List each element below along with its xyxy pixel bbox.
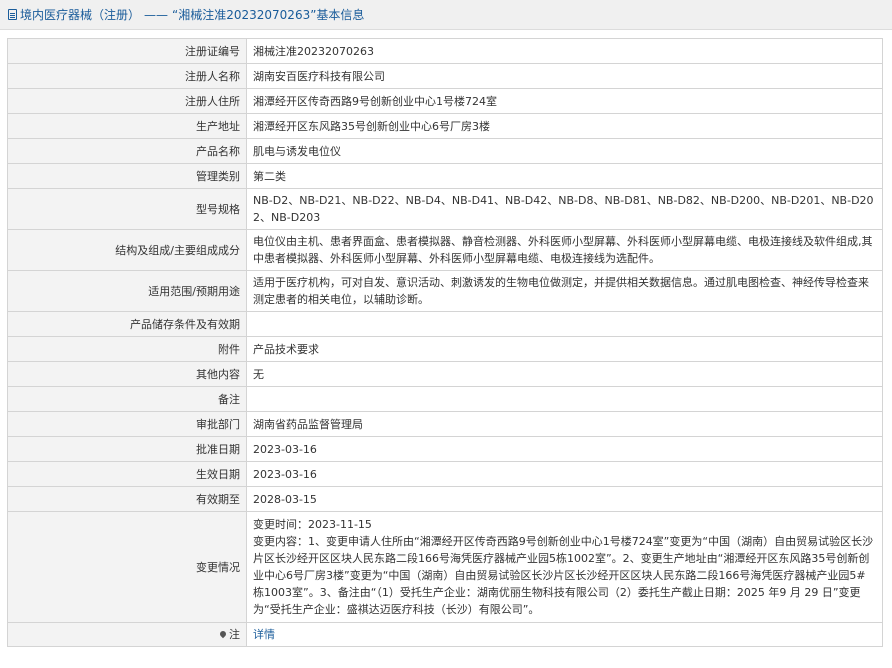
row-storage-conditions: 产品储存条件及有效期 <box>7 311 883 337</box>
row-attachment: 附件 产品技术要求 <box>7 336 883 362</box>
field-label: 结构及组成/主要组成成分 <box>7 229 247 271</box>
change-time: 变更时间：2023-11-15 <box>253 518 372 531</box>
field-label: 其他内容 <box>7 361 247 387</box>
field-value: 电位仪由主机、患者界面盒、患者模拟器、静音检测器、外科医师小型屏幕、外科医师小型… <box>246 229 883 271</box>
row-registrant-name: 注册人名称 湖南安百医疗科技有限公司 <box>7 63 883 89</box>
row-approval-department: 审批部门 湖南省药品监督管理局 <box>7 411 883 437</box>
row-change-history: 变更情况 变更时间：2023-11-15 变更内容：1、变更申请人住所由“湘潭经… <box>7 511 883 623</box>
field-value: 湘潭经开区传奇西路9号创新创业中心1号楼724室 <box>246 88 883 114</box>
field-label: 产品储存条件及有效期 <box>7 311 247 337</box>
details-link[interactable]: 详情 <box>253 628 275 641</box>
field-label: 变更情况 <box>7 511 247 623</box>
header-category: 境内医疗器械（注册） <box>20 8 141 22</box>
change-content: 变更内容：1、变更申请人住所由“湘潭经开区传奇西路9号创新创业中心1号楼724室… <box>253 535 874 616</box>
info-table: 注册证编号 湘械注准20232070263 注册人名称 湖南安百医疗科技有限公司… <box>7 38 883 647</box>
field-label: 生产地址 <box>7 113 247 139</box>
field-value: 湖南省药品监督管理局 <box>246 411 883 437</box>
field-value: 适用于医疗机构，可对自发、意识活动、刺激诱发的生物电位做测定，并提供相关数据信息… <box>246 270 883 312</box>
row-effective-date: 生效日期 2023-03-16 <box>7 461 883 487</box>
field-value: 2028-03-15 <box>246 486 883 512</box>
row-registration-number: 注册证编号 湘械注准20232070263 <box>7 38 883 64</box>
info-table-wrapper: 注册证编号 湘械注准20232070263 注册人名称 湖南安百医疗科技有限公司… <box>7 38 883 647</box>
field-value: 湘械注准20232070263 <box>246 38 883 64</box>
row-note: 注 详情 <box>7 622 883 647</box>
field-value: 无 <box>246 361 883 387</box>
field-label: 备注 <box>7 386 247 412</box>
row-management-category: 管理类别 第二类 <box>7 163 883 189</box>
field-value: 湖南安百医疗科技有限公司 <box>246 63 883 89</box>
note-value-cell: 详情 <box>246 622 883 647</box>
page-header: 境内医疗器械（注册） —— “湘械注准20232070263”基本信息 <box>0 0 892 30</box>
row-valid-until: 有效期至 2028-03-15 <box>7 486 883 512</box>
field-label: 适用范围/预期用途 <box>7 270 247 312</box>
field-label: 审批部门 <box>7 411 247 437</box>
field-label: 管理类别 <box>7 163 247 189</box>
field-label: 附件 <box>7 336 247 362</box>
field-label: 批准日期 <box>7 436 247 462</box>
field-label: 型号规格 <box>7 188 247 230</box>
field-label: 产品名称 <box>7 138 247 164</box>
field-value <box>246 386 883 412</box>
row-model-spec: 型号规格 NB-D2、NB-D21、NB-D22、NB-D4、NB-D41、NB… <box>7 188 883 230</box>
note-label: 注 <box>229 628 240 641</box>
row-other-content: 其他内容 无 <box>7 361 883 387</box>
row-structure-composition: 结构及组成/主要组成成分 电位仪由主机、患者界面盒、患者模拟器、静音检测器、外科… <box>7 229 883 271</box>
field-value: 第二类 <box>246 163 883 189</box>
field-value: 湘潭经开区东风路35号创新创业中心6号厂房3楼 <box>246 113 883 139</box>
header-title: “湘械注准20232070263”基本信息 <box>172 8 365 22</box>
field-value <box>246 311 883 337</box>
row-production-address: 生产地址 湘潭经开区东风路35号创新创业中心6号厂房3楼 <box>7 113 883 139</box>
field-label: 有效期至 <box>7 486 247 512</box>
field-label: 生效日期 <box>7 461 247 487</box>
field-value: 产品技术要求 <box>246 336 883 362</box>
header-separator: —— <box>144 7 169 22</box>
row-registrant-address: 注册人住所 湘潭经开区传奇西路9号创新创业中心1号楼724室 <box>7 88 883 114</box>
field-value: NB-D2、NB-D21、NB-D22、NB-D4、NB-D41、NB-D42、… <box>246 188 883 230</box>
row-approval-date: 批准日期 2023-03-16 <box>7 436 883 462</box>
field-value: 2023-03-16 <box>246 436 883 462</box>
change-block: 变更时间：2023-11-15 变更内容：1、变更申请人住所由“湘潭经开区传奇西… <box>253 512 876 622</box>
document-icon <box>8 9 17 20</box>
row-intended-use: 适用范围/预期用途 适用于医疗机构，可对自发、意识活动、刺激诱发的生物电位做测定… <box>7 270 883 312</box>
field-label: 注册人住所 <box>7 88 247 114</box>
row-remarks: 备注 <box>7 386 883 412</box>
field-value: 肌电与诱发电位仪 <box>246 138 883 164</box>
field-label: 注册证编号 <box>7 38 247 64</box>
field-value: 变更时间：2023-11-15 变更内容：1、变更申请人住所由“湘潭经开区传奇西… <box>246 511 883 623</box>
field-label: 注册人名称 <box>7 63 247 89</box>
pin-icon <box>218 629 228 639</box>
note-label-cell: 注 <box>7 622 247 647</box>
field-value: 2023-03-16 <box>246 461 883 487</box>
row-product-name: 产品名称 肌电与诱发电位仪 <box>7 138 883 164</box>
